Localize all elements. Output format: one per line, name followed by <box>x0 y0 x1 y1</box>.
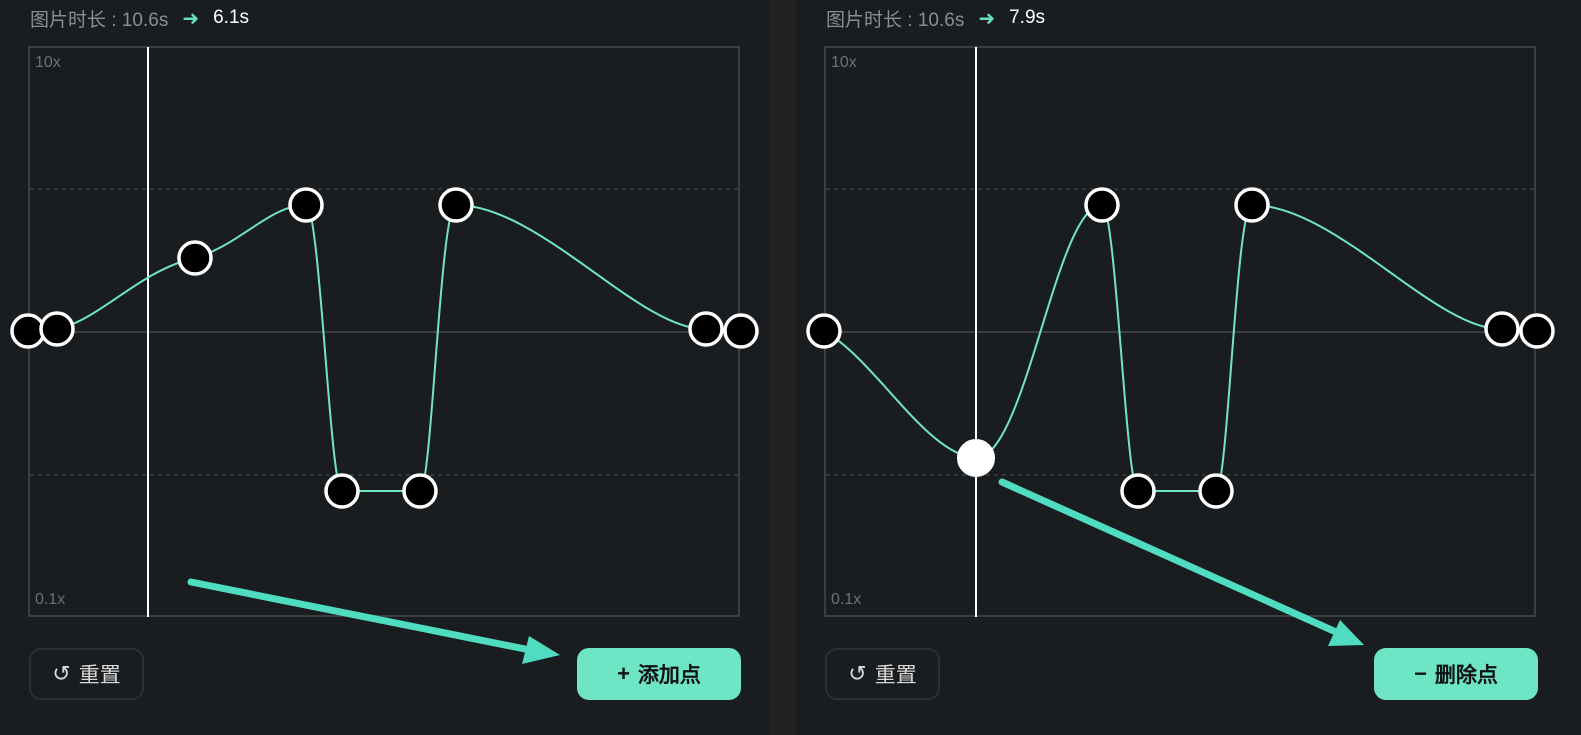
speed-curve-panel-add: 图片时长 : 10.6s ➜ 6.1s 10x 0.1x ↺ 重置 + 添加点 <box>0 0 770 735</box>
control-point[interactable] <box>1198 473 1234 509</box>
control-point[interactable] <box>1120 473 1156 509</box>
rotate-ccw-icon: ↺ <box>52 661 71 686</box>
control-point[interactable] <box>1234 187 1270 223</box>
control-point[interactable] <box>806 313 842 349</box>
control-point[interactable] <box>39 311 75 347</box>
annotation-arrow <box>998 478 1364 646</box>
reset-button-label: 重置 <box>78 664 121 687</box>
control-point[interactable] <box>438 187 474 223</box>
control-point[interactable] <box>1084 187 1120 223</box>
annotation-arrow <box>187 578 560 664</box>
control-point[interactable] <box>288 187 324 223</box>
control-point[interactable] <box>688 311 724 347</box>
speed-curve <box>823 203 1538 492</box>
reset-button[interactable]: ↺ 重置 <box>825 648 940 700</box>
plus-icon: + <box>617 661 630 686</box>
selected-control-point[interactable] <box>957 439 995 477</box>
control-point[interactable] <box>324 473 360 509</box>
control-point[interactable] <box>1519 313 1555 349</box>
speed-curve-panel-delete: 图片时长 : 10.6s ➜ 7.9s 10x 0.1x ↺ 重置 − 删除点 <box>796 0 1581 735</box>
speed-curve <box>27 203 742 492</box>
curve-canvas <box>10 47 759 664</box>
minus-icon: − <box>1414 661 1427 686</box>
control-point[interactable] <box>402 473 438 509</box>
panel-divider <box>770 0 796 735</box>
control-point[interactable] <box>723 313 759 349</box>
curve-canvas <box>806 47 1555 646</box>
rotate-ccw-icon: ↺ <box>848 661 867 686</box>
control-point[interactable] <box>1484 311 1520 347</box>
reset-button[interactable]: ↺ 重置 <box>29 648 144 700</box>
add-point-button[interactable]: + 添加点 <box>577 648 741 700</box>
delete-point-label: 删除点 <box>1434 664 1498 687</box>
add-point-label: 添加点 <box>637 664 701 687</box>
control-point[interactable] <box>177 240 213 276</box>
delete-point-button[interactable]: − 删除点 <box>1374 648 1538 700</box>
control-point[interactable] <box>10 313 46 349</box>
reset-button-label: 重置 <box>874 664 917 687</box>
